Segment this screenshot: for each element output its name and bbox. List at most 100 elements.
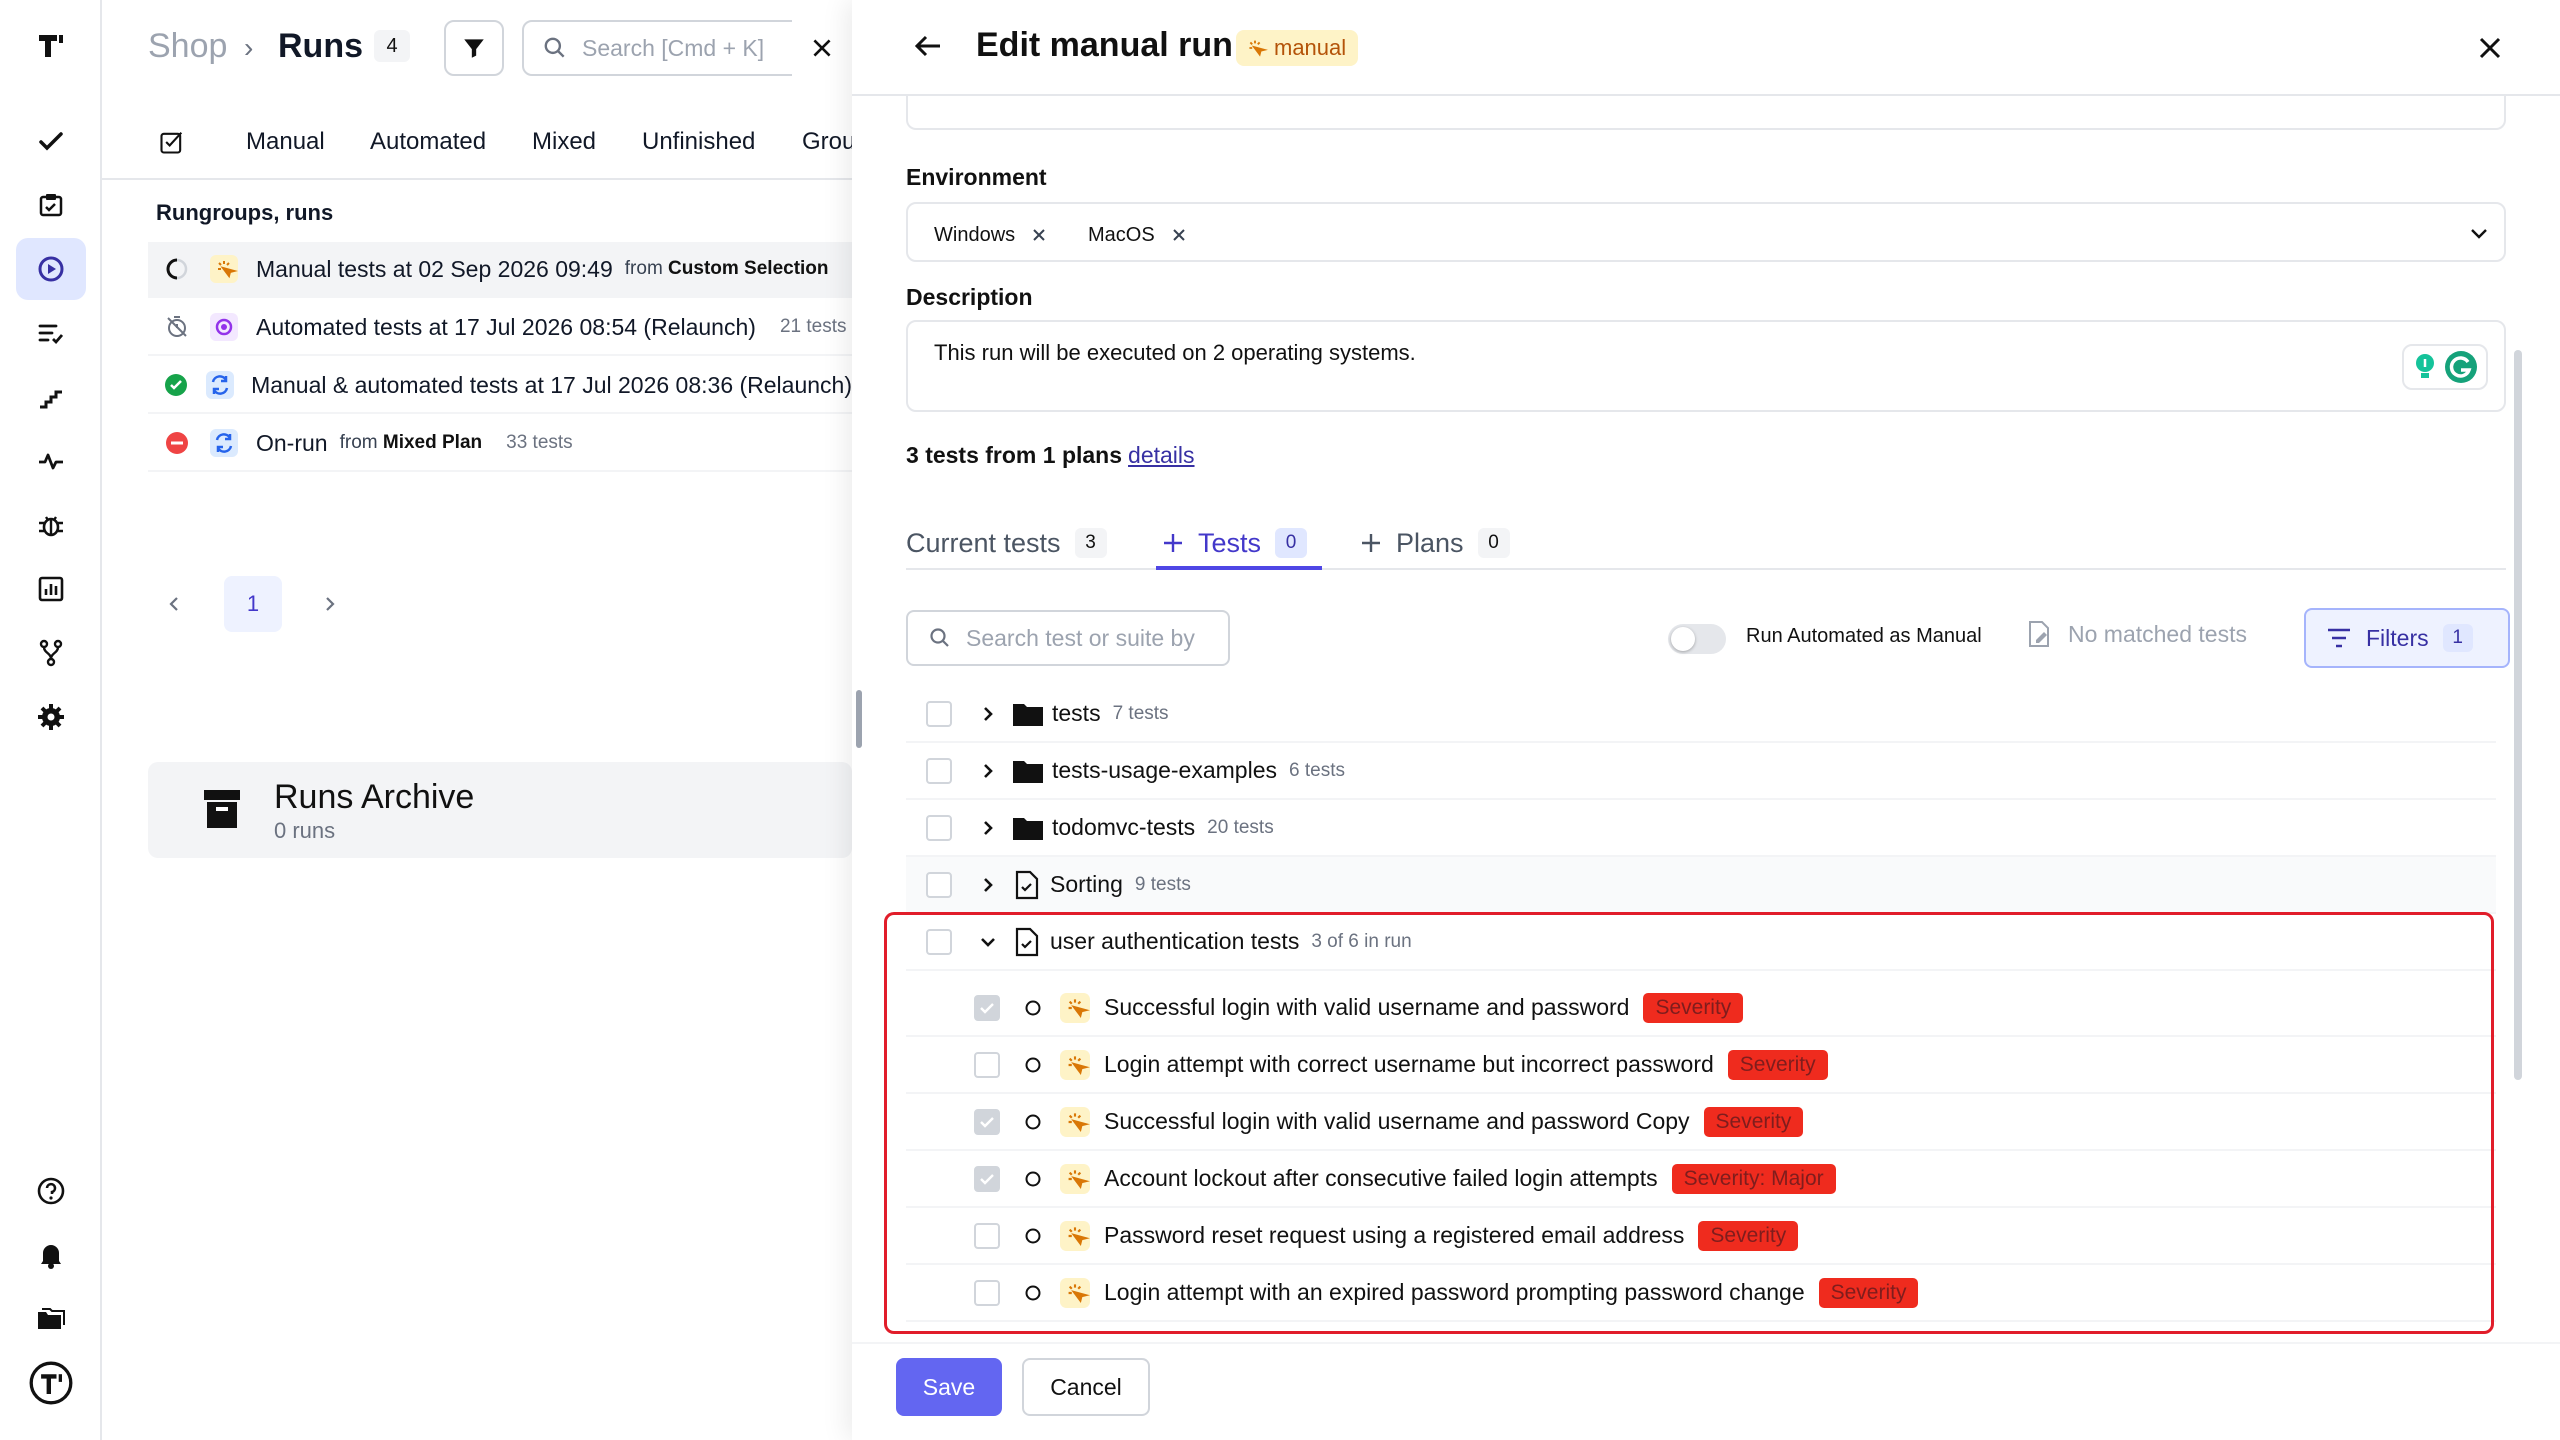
folders-icon[interactable] xyxy=(16,1288,86,1350)
list-check-icon[interactable] xyxy=(16,302,86,364)
row-checkbox[interactable] xyxy=(926,928,952,955)
remove-chip-icon[interactable] xyxy=(1171,227,1187,243)
close-icon[interactable] xyxy=(2472,30,2508,66)
row-checkbox[interactable] xyxy=(974,1108,1000,1135)
clipboard-icon[interactable] xyxy=(16,174,86,236)
edit-title: Edit manual run xyxy=(976,26,1233,64)
manual-test-icon xyxy=(1060,992,1090,1023)
tab-tests[interactable]: Tests 0 xyxy=(1162,516,1308,570)
close-icon xyxy=(813,39,831,57)
edit-run-panel: Edit manual run manual Environment Windo… xyxy=(852,0,2560,1440)
manual-test-icon xyxy=(1060,1220,1090,1251)
help-icon[interactable] xyxy=(16,1160,86,1222)
tab-groups[interactable]: Grou xyxy=(802,128,855,156)
close-search-button[interactable] xyxy=(792,20,852,76)
tab-manual[interactable]: Manual xyxy=(246,128,325,156)
run-automated-toggle[interactable] xyxy=(1668,624,1726,654)
chevron-right-icon xyxy=(326,597,335,611)
logo-icon[interactable] xyxy=(16,14,86,76)
gear-icon[interactable] xyxy=(16,686,86,748)
pulse-icon[interactable] xyxy=(16,430,86,492)
chevron-right-icon[interactable] xyxy=(978,875,998,895)
row-checkbox[interactable] xyxy=(974,1222,1000,1249)
plus-icon xyxy=(1362,534,1380,552)
suite-row-expanded[interactable]: user authentication tests 3 of 6 in run xyxy=(906,914,2496,971)
row-checkbox[interactable] xyxy=(974,994,1000,1021)
tab-current-tests[interactable]: Current tests 3 xyxy=(906,516,1107,570)
checklist-icon[interactable] xyxy=(158,128,186,156)
cancel-button[interactable]: Cancel xyxy=(1022,1358,1150,1416)
test-row[interactable]: Login attempt with an expired password p… xyxy=(906,1265,2496,1322)
page-title: Runs xyxy=(278,27,363,65)
chevron-down-icon xyxy=(2471,229,2487,239)
save-button[interactable]: Save xyxy=(896,1358,1002,1416)
suite-row[interactable]: Sorting 9 tests xyxy=(906,857,2496,914)
remove-chip-icon[interactable] xyxy=(1031,227,1047,243)
grammarly-widget[interactable] xyxy=(2402,344,2488,390)
prev-page-button[interactable] xyxy=(154,576,194,632)
test-row[interactable]: Login attempt with correct username but … xyxy=(906,1037,2496,1094)
test-search-input[interactable]: Search test or suite by xyxy=(906,610,1230,666)
run-row[interactable]: Manual tests at 02 Sep 2026 09:49 from C… xyxy=(148,242,852,298)
row-checkbox[interactable] xyxy=(974,1279,1000,1306)
search-input[interactable]: Search [Cmd + K] xyxy=(522,20,802,76)
row-checkbox[interactable] xyxy=(974,1051,1000,1078)
plus-icon xyxy=(1164,534,1182,552)
footer-divider xyxy=(852,1342,2560,1344)
check-icon[interactable] xyxy=(16,110,86,172)
archive-title: Runs Archive xyxy=(274,778,475,816)
back-arrow-icon[interactable] xyxy=(910,28,946,64)
play-icon[interactable] xyxy=(16,238,86,300)
row-checkbox[interactable] xyxy=(926,871,952,898)
breadcrumb-project[interactable]: Shop xyxy=(148,27,227,66)
page-number[interactable]: 1 xyxy=(224,576,282,632)
filter-button[interactable] xyxy=(444,20,504,76)
runs-archive[interactable]: Runs Archive 0 runs xyxy=(148,762,852,858)
suite-row[interactable]: tests-usage-examples 6 tests xyxy=(906,743,2496,800)
run-row[interactable]: Automated tests at 17 Jul 2026 08:54 (Re… xyxy=(148,300,852,356)
run-test-count: 33 tests xyxy=(506,432,573,453)
brand-icon[interactable] xyxy=(16,1352,86,1414)
next-page-button[interactable] xyxy=(310,576,350,632)
suite-row[interactable]: todomvc-tests 20 tests xyxy=(906,800,2496,857)
runs-header: Shop › Runs 4 Search [Cmd + K] xyxy=(102,0,852,96)
tab-automated[interactable]: Automated xyxy=(370,128,486,156)
tab-plans[interactable]: Plans 0 xyxy=(1360,516,1510,570)
status-circle-icon xyxy=(1025,1285,1041,1300)
description-label: Description xyxy=(906,284,1033,310)
chevron-right-icon[interactable] xyxy=(978,704,998,724)
status-circle-icon xyxy=(1025,1114,1041,1129)
run-row[interactable]: On-run from Mixed Plan 33 tests xyxy=(148,416,852,472)
tab-mixed[interactable]: Mixed xyxy=(532,128,596,156)
test-row[interactable]: Password reset request using a registere… xyxy=(906,1208,2496,1265)
run-row[interactable]: Manual & automated tests at 17 Jul 2026 … xyxy=(148,358,852,414)
resize-handle[interactable] xyxy=(856,690,862,748)
search-icon xyxy=(544,37,565,58)
chevron-right-icon[interactable] xyxy=(978,818,998,838)
row-checkbox[interactable] xyxy=(926,814,952,841)
test-row[interactable]: Account lockout after consecutive failed… xyxy=(906,1151,2496,1208)
chevron-left-icon xyxy=(169,597,178,611)
suite-row[interactable]: tests 7 tests xyxy=(906,686,2496,743)
details-link[interactable]: details xyxy=(1128,442,1194,468)
run-title: Manual tests at 02 Sep 2026 09:49 xyxy=(256,255,613,282)
test-row[interactable]: Successful login with valid username and… xyxy=(906,980,2496,1037)
branch-icon[interactable] xyxy=(16,622,86,684)
row-checkbox[interactable] xyxy=(974,1165,1000,1192)
row-checkbox[interactable] xyxy=(926,700,952,727)
filters-button[interactable]: Filters 1 xyxy=(2304,608,2510,668)
environment-select[interactable]: Windows MacOS xyxy=(906,202,2506,262)
chart-icon[interactable] xyxy=(16,558,86,620)
chevron-down-icon[interactable] xyxy=(978,932,998,952)
scrollbar[interactable] xyxy=(2514,350,2522,1080)
chevron-right-icon[interactable] xyxy=(978,761,998,781)
severity-tag: Severity xyxy=(1698,1220,1799,1251)
test-row[interactable]: Successful login with valid username and… xyxy=(906,1094,2496,1151)
stairs-icon[interactable] xyxy=(16,366,86,428)
bell-icon[interactable] xyxy=(16,1224,86,1286)
tab-unfinished[interactable]: Unfinished xyxy=(642,128,755,156)
bug-icon[interactable] xyxy=(16,494,86,556)
row-checkbox[interactable] xyxy=(926,757,952,784)
runs-tabs: Manual Automated Mixed Unfinished Grou xyxy=(102,110,855,180)
description-textarea[interactable]: This run will be executed on 2 operating… xyxy=(906,320,2506,412)
